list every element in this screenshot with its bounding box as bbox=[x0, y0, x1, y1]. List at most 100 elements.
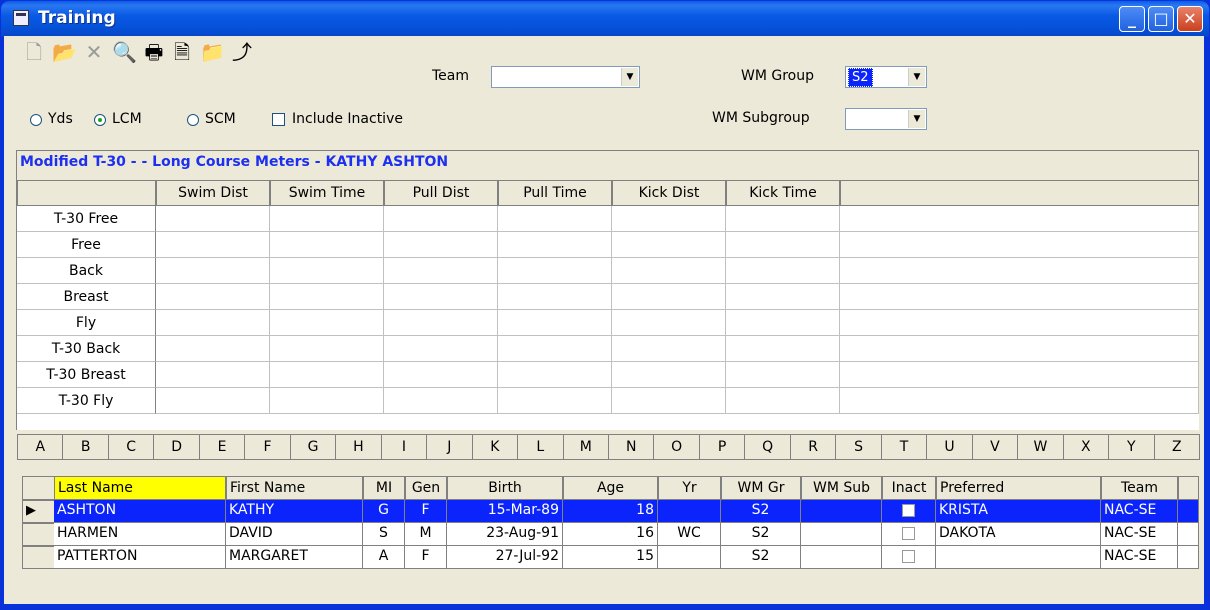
training-cell[interactable] bbox=[156, 336, 270, 362]
chevron-down-icon[interactable]: ▼ bbox=[621, 68, 638, 86]
close-button[interactable]: ✕ bbox=[1177, 6, 1203, 32]
training-cell[interactable] bbox=[156, 232, 270, 258]
alpha-button-e[interactable]: E bbox=[198, 434, 246, 460]
inactive-checkbox[interactable] bbox=[902, 504, 915, 517]
maximize-button[interactable]: □ bbox=[1148, 6, 1174, 32]
training-cell[interactable] bbox=[384, 284, 498, 310]
import-icon[interactable]: ⤴ bbox=[230, 41, 254, 63]
cell-inact[interactable] bbox=[882, 500, 936, 523]
cell-first[interactable]: KATHY bbox=[226, 500, 363, 523]
alpha-button-w[interactable]: W bbox=[1017, 434, 1064, 460]
alpha-button-o[interactable]: O bbox=[653, 434, 700, 460]
lcm-radio[interactable] bbox=[94, 114, 106, 126]
folder-open-icon[interactable]: 📁 bbox=[200, 41, 225, 63]
training-cell[interactable] bbox=[270, 232, 384, 258]
col-header-wm-gr[interactable]: WM Gr bbox=[721, 476, 801, 500]
col-header-birth[interactable]: Birth bbox=[447, 476, 563, 500]
training-cell[interactable] bbox=[498, 362, 612, 388]
alpha-button-d[interactable]: D bbox=[153, 434, 200, 460]
delete-icon[interactable]: ✕ bbox=[82, 41, 106, 63]
find-icon[interactable]: 🔍 bbox=[112, 41, 137, 63]
training-cell[interactable] bbox=[498, 284, 612, 310]
training-cell[interactable] bbox=[384, 258, 498, 284]
row-header-t-30-back[interactable]: T-30 Back bbox=[17, 336, 156, 362]
yds-radio[interactable] bbox=[30, 114, 42, 126]
training-cell[interactable] bbox=[726, 284, 840, 310]
training-cell[interactable] bbox=[270, 258, 384, 284]
training-cell[interactable] bbox=[156, 362, 270, 388]
cell-team[interactable]: NAC-SE bbox=[1101, 500, 1178, 523]
training-cell[interactable] bbox=[270, 336, 384, 362]
new-icon[interactable]: 🗋 bbox=[22, 41, 46, 63]
alpha-button-u[interactable]: U bbox=[926, 434, 973, 460]
training-cell[interactable] bbox=[612, 362, 726, 388]
wm-subgroup-select[interactable]: ▼ bbox=[845, 108, 927, 130]
cell-birth[interactable]: 27-Jul-92 bbox=[447, 546, 563, 569]
scm-radio[interactable] bbox=[187, 114, 199, 126]
training-cell[interactable] bbox=[612, 310, 726, 336]
alpha-button-a[interactable]: A bbox=[17, 434, 64, 460]
training-cell[interactable] bbox=[270, 362, 384, 388]
training-cell[interactable] bbox=[270, 310, 384, 336]
alpha-button-t[interactable]: T bbox=[880, 434, 928, 460]
training-cell[interactable] bbox=[726, 232, 840, 258]
row-header-back[interactable]: Back bbox=[17, 258, 156, 284]
training-cell[interactable] bbox=[612, 258, 726, 284]
inactive-checkbox[interactable] bbox=[902, 527, 915, 540]
cell-mi[interactable]: S bbox=[363, 523, 405, 546]
open-icon[interactable]: 📂 bbox=[52, 41, 77, 63]
training-cell[interactable] bbox=[384, 206, 498, 232]
training-cell[interactable] bbox=[726, 388, 840, 414]
training-cell[interactable] bbox=[270, 284, 384, 310]
cell-last[interactable]: PATTERTON bbox=[54, 546, 226, 569]
cell-inact[interactable] bbox=[882, 546, 936, 569]
row-header-t-30-fly[interactable]: T-30 Fly bbox=[17, 388, 156, 414]
alpha-button-r[interactable]: R bbox=[789, 434, 837, 460]
cell-last[interactable]: ASHTON bbox=[54, 500, 226, 523]
training-cell[interactable] bbox=[498, 232, 612, 258]
alpha-button-z[interactable]: Z bbox=[1153, 434, 1200, 460]
alpha-button-q[interactable]: Q bbox=[744, 434, 791, 460]
col-header-inact[interactable]: Inact bbox=[882, 476, 936, 500]
col-header-mi[interactable]: MI bbox=[363, 476, 405, 500]
cell-first[interactable]: DAVID bbox=[226, 523, 363, 546]
alpha-button-c[interactable]: C bbox=[107, 434, 155, 460]
col-header-first-name[interactable]: First Name bbox=[226, 476, 363, 500]
col-header-pull-dist[interactable]: Pull Dist bbox=[384, 180, 498, 206]
cell-age[interactable]: 15 bbox=[563, 546, 658, 569]
alpha-button-p[interactable]: P bbox=[698, 434, 746, 460]
training-cell[interactable] bbox=[384, 362, 498, 388]
training-cell[interactable] bbox=[498, 310, 612, 336]
col-header-last-name[interactable]: Last Name bbox=[54, 476, 226, 500]
row-header-free[interactable]: Free bbox=[17, 232, 156, 258]
alpha-button-l[interactable]: L bbox=[517, 434, 564, 460]
alpha-button-v[interactable]: V bbox=[971, 434, 1019, 460]
col-header-pull-time[interactable]: Pull Time bbox=[498, 180, 612, 206]
row-header-fly[interactable]: Fly bbox=[17, 310, 156, 336]
chevron-down-icon[interactable]: ▼ bbox=[908, 110, 925, 128]
cell-yr[interactable]: WC bbox=[658, 523, 721, 546]
cell-yr[interactable] bbox=[658, 500, 721, 523]
row-header-t-30-free[interactable]: T-30 Free bbox=[17, 206, 156, 232]
include-inactive-checkbox[interactable] bbox=[272, 113, 285, 126]
training-cell[interactable] bbox=[726, 362, 840, 388]
row-indicator[interactable] bbox=[22, 546, 58, 569]
cell-wmgr[interactable]: S2 bbox=[721, 500, 801, 523]
col-header-preferred[interactable]: Preferred bbox=[936, 476, 1101, 500]
training-cell[interactable] bbox=[156, 284, 270, 310]
title-bar[interactable]: Training _ □ ✕ bbox=[1, 1, 1209, 37]
cell-preferred[interactable] bbox=[936, 546, 1101, 569]
cell-inact[interactable] bbox=[882, 523, 936, 546]
training-cell[interactable] bbox=[498, 206, 612, 232]
cell-wmgr[interactable]: S2 bbox=[721, 546, 801, 569]
row-indicator[interactable] bbox=[22, 523, 58, 546]
training-cell[interactable] bbox=[726, 336, 840, 362]
cell-preferred[interactable]: DAKOTA bbox=[936, 523, 1101, 546]
cell-gen[interactable]: F bbox=[405, 500, 447, 523]
training-cell[interactable] bbox=[270, 388, 384, 414]
cell-gen[interactable]: F bbox=[405, 546, 447, 569]
training-cell[interactable] bbox=[156, 258, 270, 284]
training-cell[interactable] bbox=[726, 310, 840, 336]
alpha-button-s[interactable]: S bbox=[835, 434, 882, 460]
cell-team[interactable]: NAC-SE bbox=[1101, 523, 1178, 546]
